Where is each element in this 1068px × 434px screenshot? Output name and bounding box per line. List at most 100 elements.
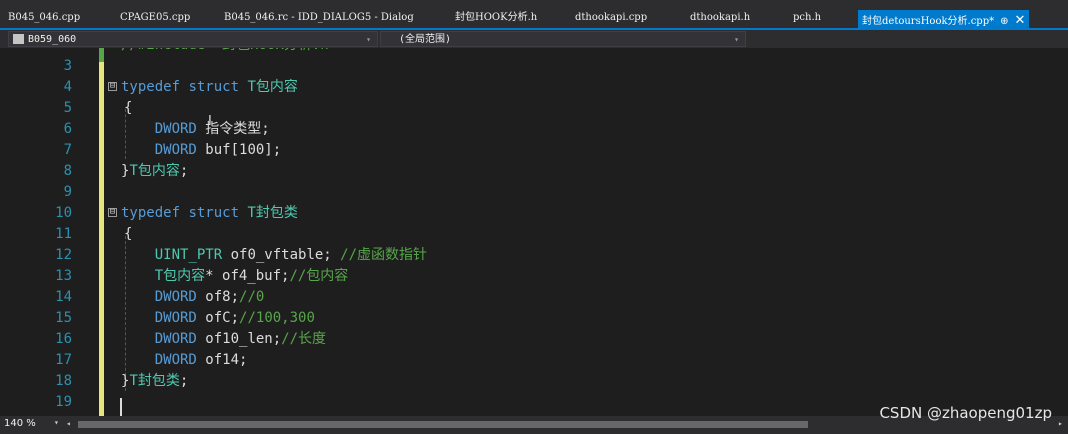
keyword-token: typedef — [121, 79, 181, 95]
keyword-token: DWORD — [154, 289, 197, 305]
code-token: { — [124, 226, 133, 242]
comment-token: //虚函数指针 — [340, 247, 428, 263]
code-editor[interactable]: //#include "封包HOOK分析.h" I 34⊟typedef str… — [0, 48, 1068, 416]
tab-fengbao-hook-h[interactable]: 封包HOOK分析.h — [455, 0, 537, 29]
member-scope-combo[interactable]: (全局范围) ▾ — [380, 31, 746, 47]
line-number: 15 — [55, 310, 72, 326]
line-number: 16 — [55, 331, 72, 347]
collapse-icon[interactable]: ⊟ — [108, 208, 117, 217]
tab-b045-046-rc-dialog[interactable]: B045_046.rc - IDD_DIALOG5 - Dialog — [224, 0, 414, 29]
keyword-token: typedef — [121, 205, 181, 221]
code-text: DWORD of14; — [121, 350, 248, 371]
horizontal-scrollbar-thumb[interactable] — [78, 421, 808, 428]
line-number: 14 — [55, 289, 72, 305]
code-line[interactable]: 17 DWORD of14; — [0, 350, 1068, 371]
code-line[interactable]: 13 T包内容* of4_buf;//包内容 — [0, 266, 1068, 287]
code-line[interactable]: 9 — [0, 182, 1068, 203]
code-token: * of4_buf; — [205, 268, 290, 284]
scroll-left-icon[interactable]: ◂ — [66, 419, 71, 428]
line-number: 9 — [63, 184, 72, 200]
code-line[interactable]: 16 DWORD of10_len;//长度 — [0, 329, 1068, 350]
line-number: 17 — [55, 352, 72, 368]
line-number: 19 — [55, 394, 72, 410]
code-line[interactable]: 14 DWORD of8;//0 — [0, 287, 1068, 308]
keyword-token: DWORD — [154, 352, 197, 368]
code-line[interactable]: 8 }T包内容; — [0, 161, 1068, 182]
keyword-token: struct — [188, 79, 240, 95]
code-text: { — [124, 98, 132, 119]
watermark: CSDN @zhaopeng01zp — [879, 404, 1052, 422]
collapse-icon[interactable]: ⊟ — [108, 82, 117, 91]
code-token: { — [124, 100, 133, 116]
line-number: 6 — [63, 121, 72, 137]
line-number: 8 — [63, 163, 72, 179]
type-token: T包内容 — [154, 268, 206, 284]
code-text: { — [124, 224, 132, 245]
code-token: of8; — [196, 289, 240, 305]
keyword-token: struct — [188, 205, 240, 221]
line-number: 18 — [55, 373, 72, 389]
code-line[interactable]: 5{ — [0, 98, 1068, 119]
tab-label: dthookapi.cpp — [575, 12, 648, 23]
zoom-level[interactable]: 140 % — [4, 418, 36, 429]
code-line[interactable]: 18 }T封包类; — [0, 371, 1068, 392]
chevron-down-icon: ▾ — [366, 35, 371, 44]
line-number: 13 — [55, 268, 72, 284]
tab-label: 封包detoursHook分析.cpp* — [862, 16, 995, 27]
line-number: 5 — [63, 100, 72, 116]
keyword-token: DWORD — [154, 121, 197, 137]
code-token: of14; — [196, 352, 248, 368]
comment-token: //100,300 — [239, 310, 315, 326]
code-line[interactable]: 10 ⊟ typedef struct T封包类 — [0, 203, 1068, 224]
code-line[interactable]: 6 DWORD 指令类型; — [0, 119, 1068, 140]
project-scope-combo[interactable]: B059_060 ▾ — [8, 31, 378, 47]
code-line[interactable]: 7 DWORD buf[100]; — [0, 140, 1068, 161]
code-token: ofC; — [196, 310, 240, 326]
pin-icon[interactable]: ⊕ — [1000, 16, 1008, 27]
tab-label: B045_046.cpp — [8, 12, 81, 23]
code-text: }T包内容; — [121, 161, 188, 182]
tab-label: CPAGE05.cpp — [120, 12, 191, 23]
type-token: T包内容 — [129, 163, 180, 179]
code-text: T包内容* of4_buf;//包内容 — [121, 266, 349, 287]
scroll-right-icon[interactable]: ▸ — [1058, 419, 1063, 428]
code-text: }T封包类; — [121, 371, 188, 392]
project-icon — [13, 34, 24, 44]
code-line[interactable]: 3 — [0, 56, 1068, 77]
zoom-dropdown-icon[interactable]: ▾ — [54, 418, 59, 427]
code-token: buf[100]; — [196, 142, 282, 158]
keyword-token: DWORD — [154, 331, 197, 347]
line-number: 11 — [55, 226, 72, 242]
tab-label: 封包HOOK分析.h — [455, 12, 538, 23]
code-text: DWORD buf[100]; — [121, 140, 281, 161]
tab-dthookapi-cpp[interactable]: dthookapi.cpp — [575, 0, 647, 29]
code-text: DWORD of10_len;//长度 — [121, 329, 326, 350]
type-token: UINT_PTR — [154, 247, 223, 263]
tab-b045-046-cpp[interactable]: B045_046.cpp — [8, 0, 80, 29]
code-text: typedef struct T封包类 — [121, 203, 298, 224]
code-token: ; — [179, 373, 189, 389]
tab-pch-h[interactable]: pch.h — [793, 0, 821, 29]
line-number: 12 — [55, 247, 72, 263]
close-icon[interactable]: ✕ — [1015, 13, 1026, 28]
type-token: T包内容 — [247, 79, 298, 95]
line-number: 7 — [63, 142, 72, 158]
code-line[interactable]: 4 ⊟ typedef struct T包内容 — [0, 77, 1068, 98]
comment-token: //长度 — [281, 331, 327, 347]
code-line[interactable]: 11 { — [0, 224, 1068, 245]
code-line[interactable]: 15 DWORD ofC;//100,300 — [0, 308, 1068, 329]
tab-dthookapi-h[interactable]: dthookapi.h — [690, 0, 750, 29]
member-scope-value: (全局范围) — [399, 34, 452, 45]
tab-cpage05-cpp[interactable]: CPAGE05.cpp — [120, 0, 190, 29]
code-line[interactable]: 12 UINT_PTR of0_vftable; //虚函数指针 — [0, 245, 1068, 266]
code-token: of0_vftable; — [222, 247, 341, 263]
partial-top-line: //#include "封包HOOK分析.h" — [121, 48, 337, 56]
